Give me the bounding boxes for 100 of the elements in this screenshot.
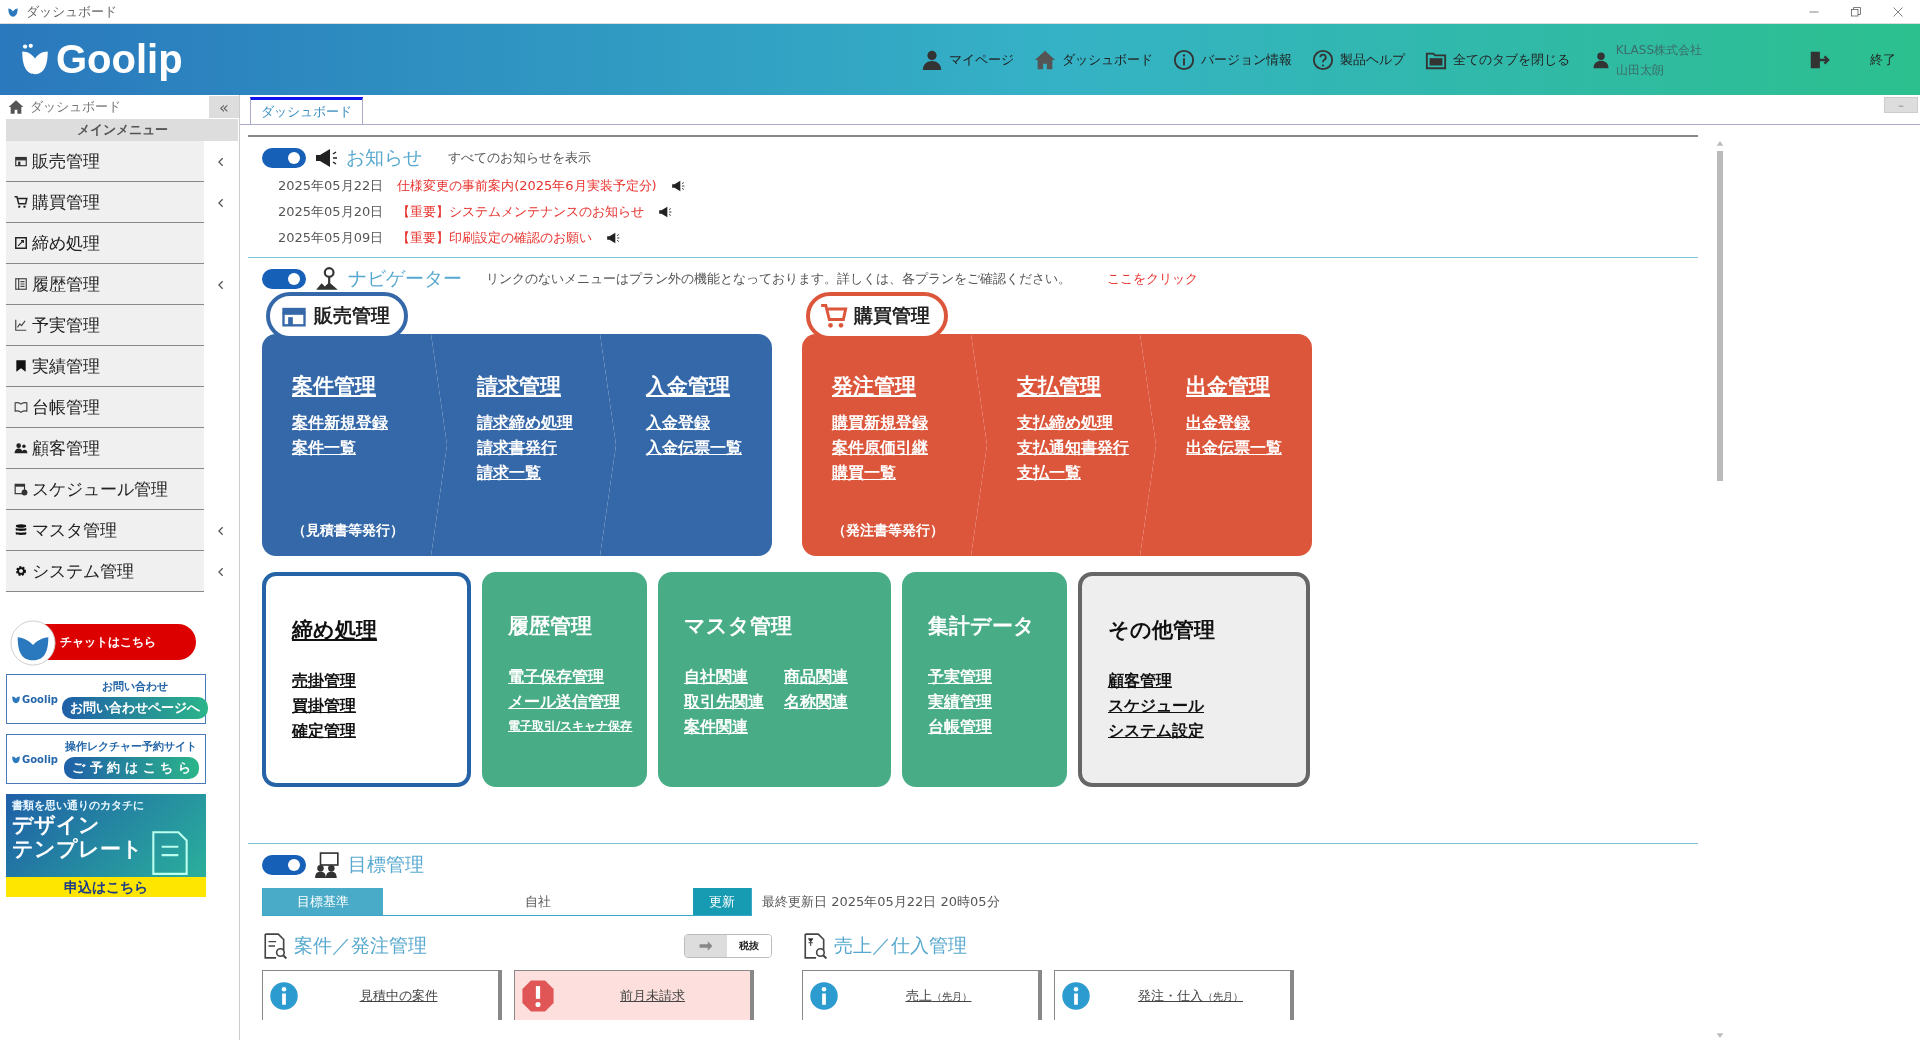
megaphone-icon: [314, 146, 338, 170]
card-link[interactable]: 買掛管理: [292, 693, 356, 718]
collapse-button[interactable]: «: [209, 96, 239, 118]
menu-heading: メインメニュー: [6, 119, 238, 141]
sidebar-tab-label: ダッシュボード: [30, 98, 122, 116]
tile-link[interactable]: 案件原価引継: [832, 435, 928, 460]
megaphone-icon: [670, 179, 685, 193]
person-icon: [1591, 50, 1610, 69]
yen-document-icon: [802, 933, 828, 959]
tile-link[interactable]: 購買新規登録: [832, 410, 928, 435]
notice-link[interactable]: 【重要】印刷設定の確認のお願い: [397, 229, 593, 247]
card-link[interactable]: システム設定: [1108, 718, 1204, 743]
card-link[interactable]: 確定管理: [292, 718, 356, 743]
tile-link[interactable]: 請求締め処理: [477, 410, 573, 435]
card-title-link[interactable]: 締め処理: [292, 616, 377, 644]
banner-link[interactable]: Goolip 操作レクチャー予約サイト ご 予 約 は こ ち ら: [6, 734, 206, 784]
tile-title-link[interactable]: 案件管理: [292, 372, 376, 400]
card-link[interactable]: 発注・仕入（先月）: [1091, 985, 1290, 1006]
people-icon: [14, 441, 28, 455]
header-nav-link[interactable]: 全てのタブを閉じる: [1424, 48, 1570, 71]
scrollbar-thumb[interactable]: [1717, 151, 1723, 481]
list-icon: [14, 277, 28, 291]
edit-box-icon: [14, 236, 28, 250]
header-nav-link[interactable]: ダッシュボード: [1033, 48, 1153, 71]
design-template-banner[interactable]: 書類を思い通りのカタチに デザイン テンプレート 申込はこちら: [6, 794, 206, 897]
settings-icon: [14, 564, 28, 578]
megaphone-icon: [658, 205, 673, 219]
header-nav-link[interactable]: バージョン情報: [1172, 48, 1292, 71]
header-nav-link[interactable]: マイページ: [920, 48, 1014, 71]
tile-link[interactable]: 案件新規登録: [292, 410, 388, 435]
section-title: 案件／発注管理: [294, 933, 427, 958]
header-nav-link[interactable]: 製品ヘルプ: [1311, 48, 1405, 71]
info-icon: [1172, 48, 1195, 71]
logo-text: Goolip: [22, 693, 58, 705]
tile-link[interactable]: 案件一覧: [292, 435, 356, 460]
tile-link[interactable]: 購買一覧: [832, 460, 896, 485]
toggle-switch[interactable]: [262, 855, 306, 875]
document-search-icon: [262, 933, 288, 959]
banner-title: お問い合わせ: [101, 679, 168, 694]
tile-note: （発注書等発行）: [832, 522, 945, 540]
tile-link[interactable]: 支払締め処理: [1017, 410, 1113, 435]
toggle-switch[interactable]: [262, 148, 306, 168]
notice-date: 2025年05月22日: [278, 177, 384, 195]
card-title: 履歴管理: [508, 613, 592, 640]
banner-pill: 申込はこちら: [6, 877, 206, 897]
company-name: KLASS株式会社: [1615, 41, 1702, 59]
notice-link[interactable]: 【重要】システムメンテナンスのお知らせ: [397, 203, 645, 221]
card-link[interactable]: 顧客管理: [1108, 668, 1204, 693]
home-icon: [8, 99, 24, 115]
banner-title: デザイン テンプレート: [12, 813, 143, 861]
section-title: 目標管理: [348, 852, 424, 877]
tile-link[interactable]: 請求一覧: [477, 460, 541, 485]
navigator-note: リンクのないメニューはプラン外の機能となっております。詳しくは、各プランをご確認ください。: [486, 270, 1071, 288]
banner-link[interactable]: Goolip お問い合わせ お問い合わせページへ: [6, 674, 206, 724]
window-title: ダッシュボード: [26, 2, 117, 21]
tile-title-link[interactable]: 出金管理: [1186, 372, 1270, 400]
presentation-people-icon: [314, 852, 340, 878]
tile-title-link[interactable]: 支払管理: [1017, 372, 1101, 400]
cart-icon: [14, 195, 28, 209]
logo-text: Goolip: [56, 37, 183, 82]
bookmark-icon: [14, 359, 28, 373]
section-title: ナビゲーター: [348, 266, 462, 291]
calendar-icon: [14, 482, 28, 496]
banner-tagline: 書類を思い通りのカタチに: [11, 798, 145, 813]
flow-label-text: 購買管理: [854, 303, 930, 328]
banner-pill: お問い合わせページへ: [61, 697, 208, 719]
logo-text: Goolip: [22, 753, 58, 765]
card-link[interactable]: 見積中の案件: [299, 985, 498, 1006]
notice-date: 2025年05月20日: [278, 203, 384, 221]
tile-title-link[interactable]: 請求管理: [477, 372, 561, 400]
tile-link[interactable]: 支払通知書発行: [1017, 435, 1129, 460]
card-title: マスタ管理: [684, 613, 792, 640]
toggle-switch[interactable]: [262, 269, 306, 289]
tile-link[interactable]: 出金登録: [1186, 410, 1250, 435]
tile-title-link[interactable]: 発注管理: [832, 372, 916, 400]
notice-date: 2025年05月09日: [278, 229, 384, 247]
card-link[interactable]: 前月未請求: [555, 985, 750, 1006]
line-chart-icon: [14, 318, 28, 332]
tile-title-link[interactable]: 入金管理: [646, 372, 730, 400]
section-title: 売上／仕入管理: [834, 933, 967, 958]
card-link[interactable]: 売上（先月）: [839, 985, 1038, 1006]
tile-link[interactable]: 入金登録: [646, 410, 710, 435]
info-icon: [1061, 980, 1091, 1011]
tile-link[interactable]: 請求書発行: [477, 435, 557, 460]
close-icon[interactable]: [1892, 5, 1904, 18]
click-here-link[interactable]: ここをクリック: [1101, 269, 1204, 289]
user-name: 山田太朗: [1615, 61, 1665, 79]
show-all-link[interactable]: すべてのお知らせを表示: [442, 148, 597, 168]
notice-link[interactable]: 仕様変更の事前案内(2025年6月実装予定分): [397, 177, 657, 195]
tab[interactable]: ダッシュボード: [250, 97, 363, 124]
banner-title: 操作レクチャー予約サイト: [65, 739, 198, 754]
tile-link[interactable]: 入金伝票一覧: [646, 435, 742, 460]
tax-toggle[interactable]: 税抜: [684, 934, 772, 958]
card-link[interactable]: スケジュール: [1108, 693, 1204, 718]
tile-link[interactable]: 支払一覧: [1017, 460, 1081, 485]
exit-button[interactable]: 終了: [1802, 47, 1902, 72]
card-link[interactable]: 売掛管理: [292, 668, 356, 693]
restore-icon[interactable]: [1850, 5, 1862, 18]
card-title: その他管理: [1108, 617, 1215, 644]
tile-link[interactable]: 出金伝票一覧: [1186, 435, 1282, 460]
